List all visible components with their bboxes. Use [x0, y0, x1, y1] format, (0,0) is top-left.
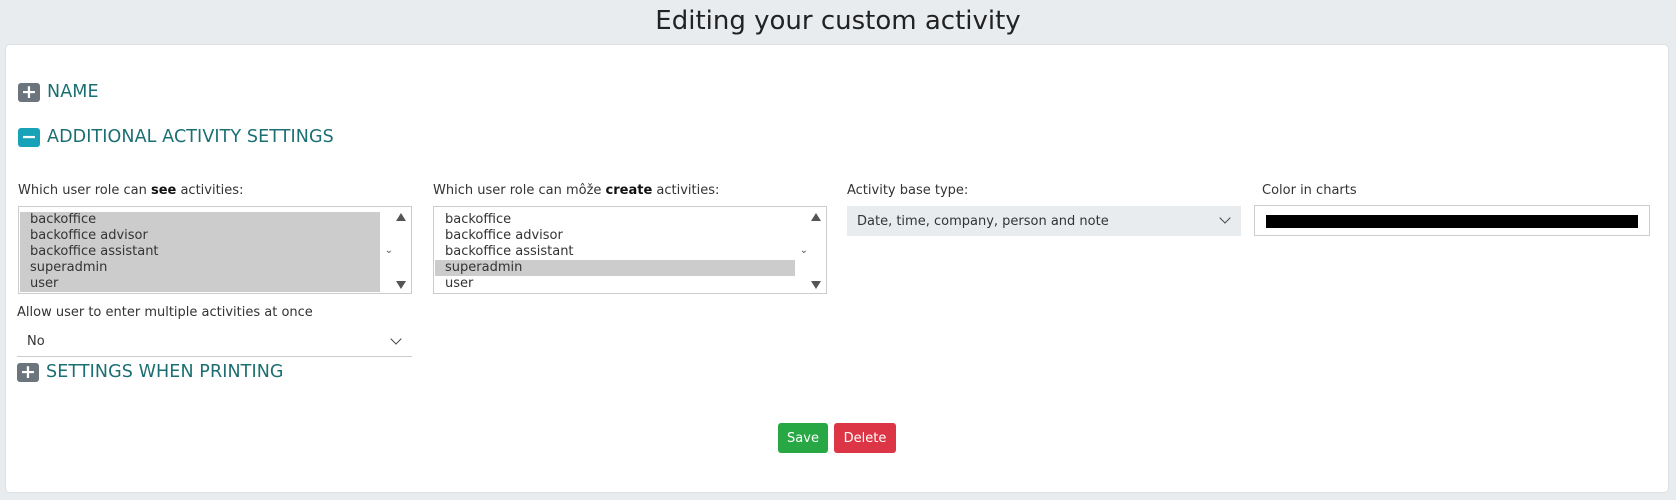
collapse-minus-icon: − — [18, 127, 40, 147]
listbox-option[interactable]: backoffice assistant — [20, 244, 380, 260]
see-roles-listbox[interactable]: backoffice backoffice advisor backoffice a… — [18, 206, 412, 294]
see-roles-options: backoffice backoffice advisor backoffice a… — [19, 212, 380, 292]
listbox-option[interactable]: superadmin — [435, 260, 795, 276]
expand-plus-icon: + — [18, 82, 40, 102]
section-name-toggle[interactable]: + NAME — [18, 82, 99, 102]
chart-color-input[interactable] — [1254, 205, 1650, 236]
section-additional-toggle[interactable]: − ADDITIONAL ACTIVITY SETTINGS — [18, 127, 334, 147]
section-printing-label: SETTINGS WHEN PRINTING — [46, 362, 284, 382]
listbox-option[interactable]: user — [20, 276, 380, 292]
scroll-caret-icon: ⌄ — [384, 245, 393, 256]
listbox-option[interactable]: backoffice — [20, 212, 380, 228]
create-roles-listbox[interactable]: backoffice backoffice advisor backoffice a… — [433, 206, 827, 294]
scroll-down-arrow-icon[interactable] — [396, 281, 406, 289]
listbox-option[interactable]: user — [435, 276, 795, 292]
listbox-option[interactable]: backoffice advisor — [20, 228, 380, 244]
scroll-up-arrow-icon[interactable] — [396, 213, 406, 221]
chart-color-label: Color in charts — [1262, 183, 1357, 198]
chevron-down-icon — [1219, 212, 1231, 224]
base-type-select[interactable]: Date, time, company, person and note — [847, 206, 1241, 236]
multiple-activities-value: No — [27, 334, 45, 349]
section-printing-toggle[interactable]: + SETTINGS WHEN PRINTING — [17, 362, 284, 382]
multiple-activities-select[interactable]: No — [17, 327, 412, 357]
see-roles-label: Which user role can see activities: — [18, 183, 244, 198]
save-button[interactable]: Save — [778, 423, 828, 453]
color-swatch — [1266, 215, 1638, 228]
listbox-option[interactable]: backoffice assistant — [435, 244, 795, 260]
expand-plus-icon: + — [17, 362, 39, 382]
listbox-option[interactable]: superadmin — [20, 260, 380, 276]
listbox-option[interactable]: backoffice advisor — [435, 228, 795, 244]
listbox-option[interactable]: backoffice — [435, 212, 795, 228]
create-roles-options: backoffice backoffice advisor backoffice a… — [434, 212, 795, 292]
scroll-down-arrow-icon[interactable] — [811, 281, 821, 289]
section-name-label: NAME — [47, 82, 99, 102]
multiple-activities-label: Allow user to enter multiple activities … — [17, 305, 313, 320]
page-title: Editing your custom activity — [655, 6, 1021, 36]
chevron-down-icon — [390, 333, 402, 345]
create-roles-label: Which user role can môže create activiti… — [433, 183, 720, 198]
scroll-up-arrow-icon[interactable] — [811, 213, 821, 221]
delete-button[interactable]: Delete — [834, 423, 896, 453]
base-type-label: Activity base type: — [847, 183, 969, 198]
section-additional-label: ADDITIONAL ACTIVITY SETTINGS — [47, 127, 334, 147]
scroll-caret-icon: ⌄ — [799, 245, 808, 256]
base-type-value: Date, time, company, person and note — [857, 213, 1109, 229]
